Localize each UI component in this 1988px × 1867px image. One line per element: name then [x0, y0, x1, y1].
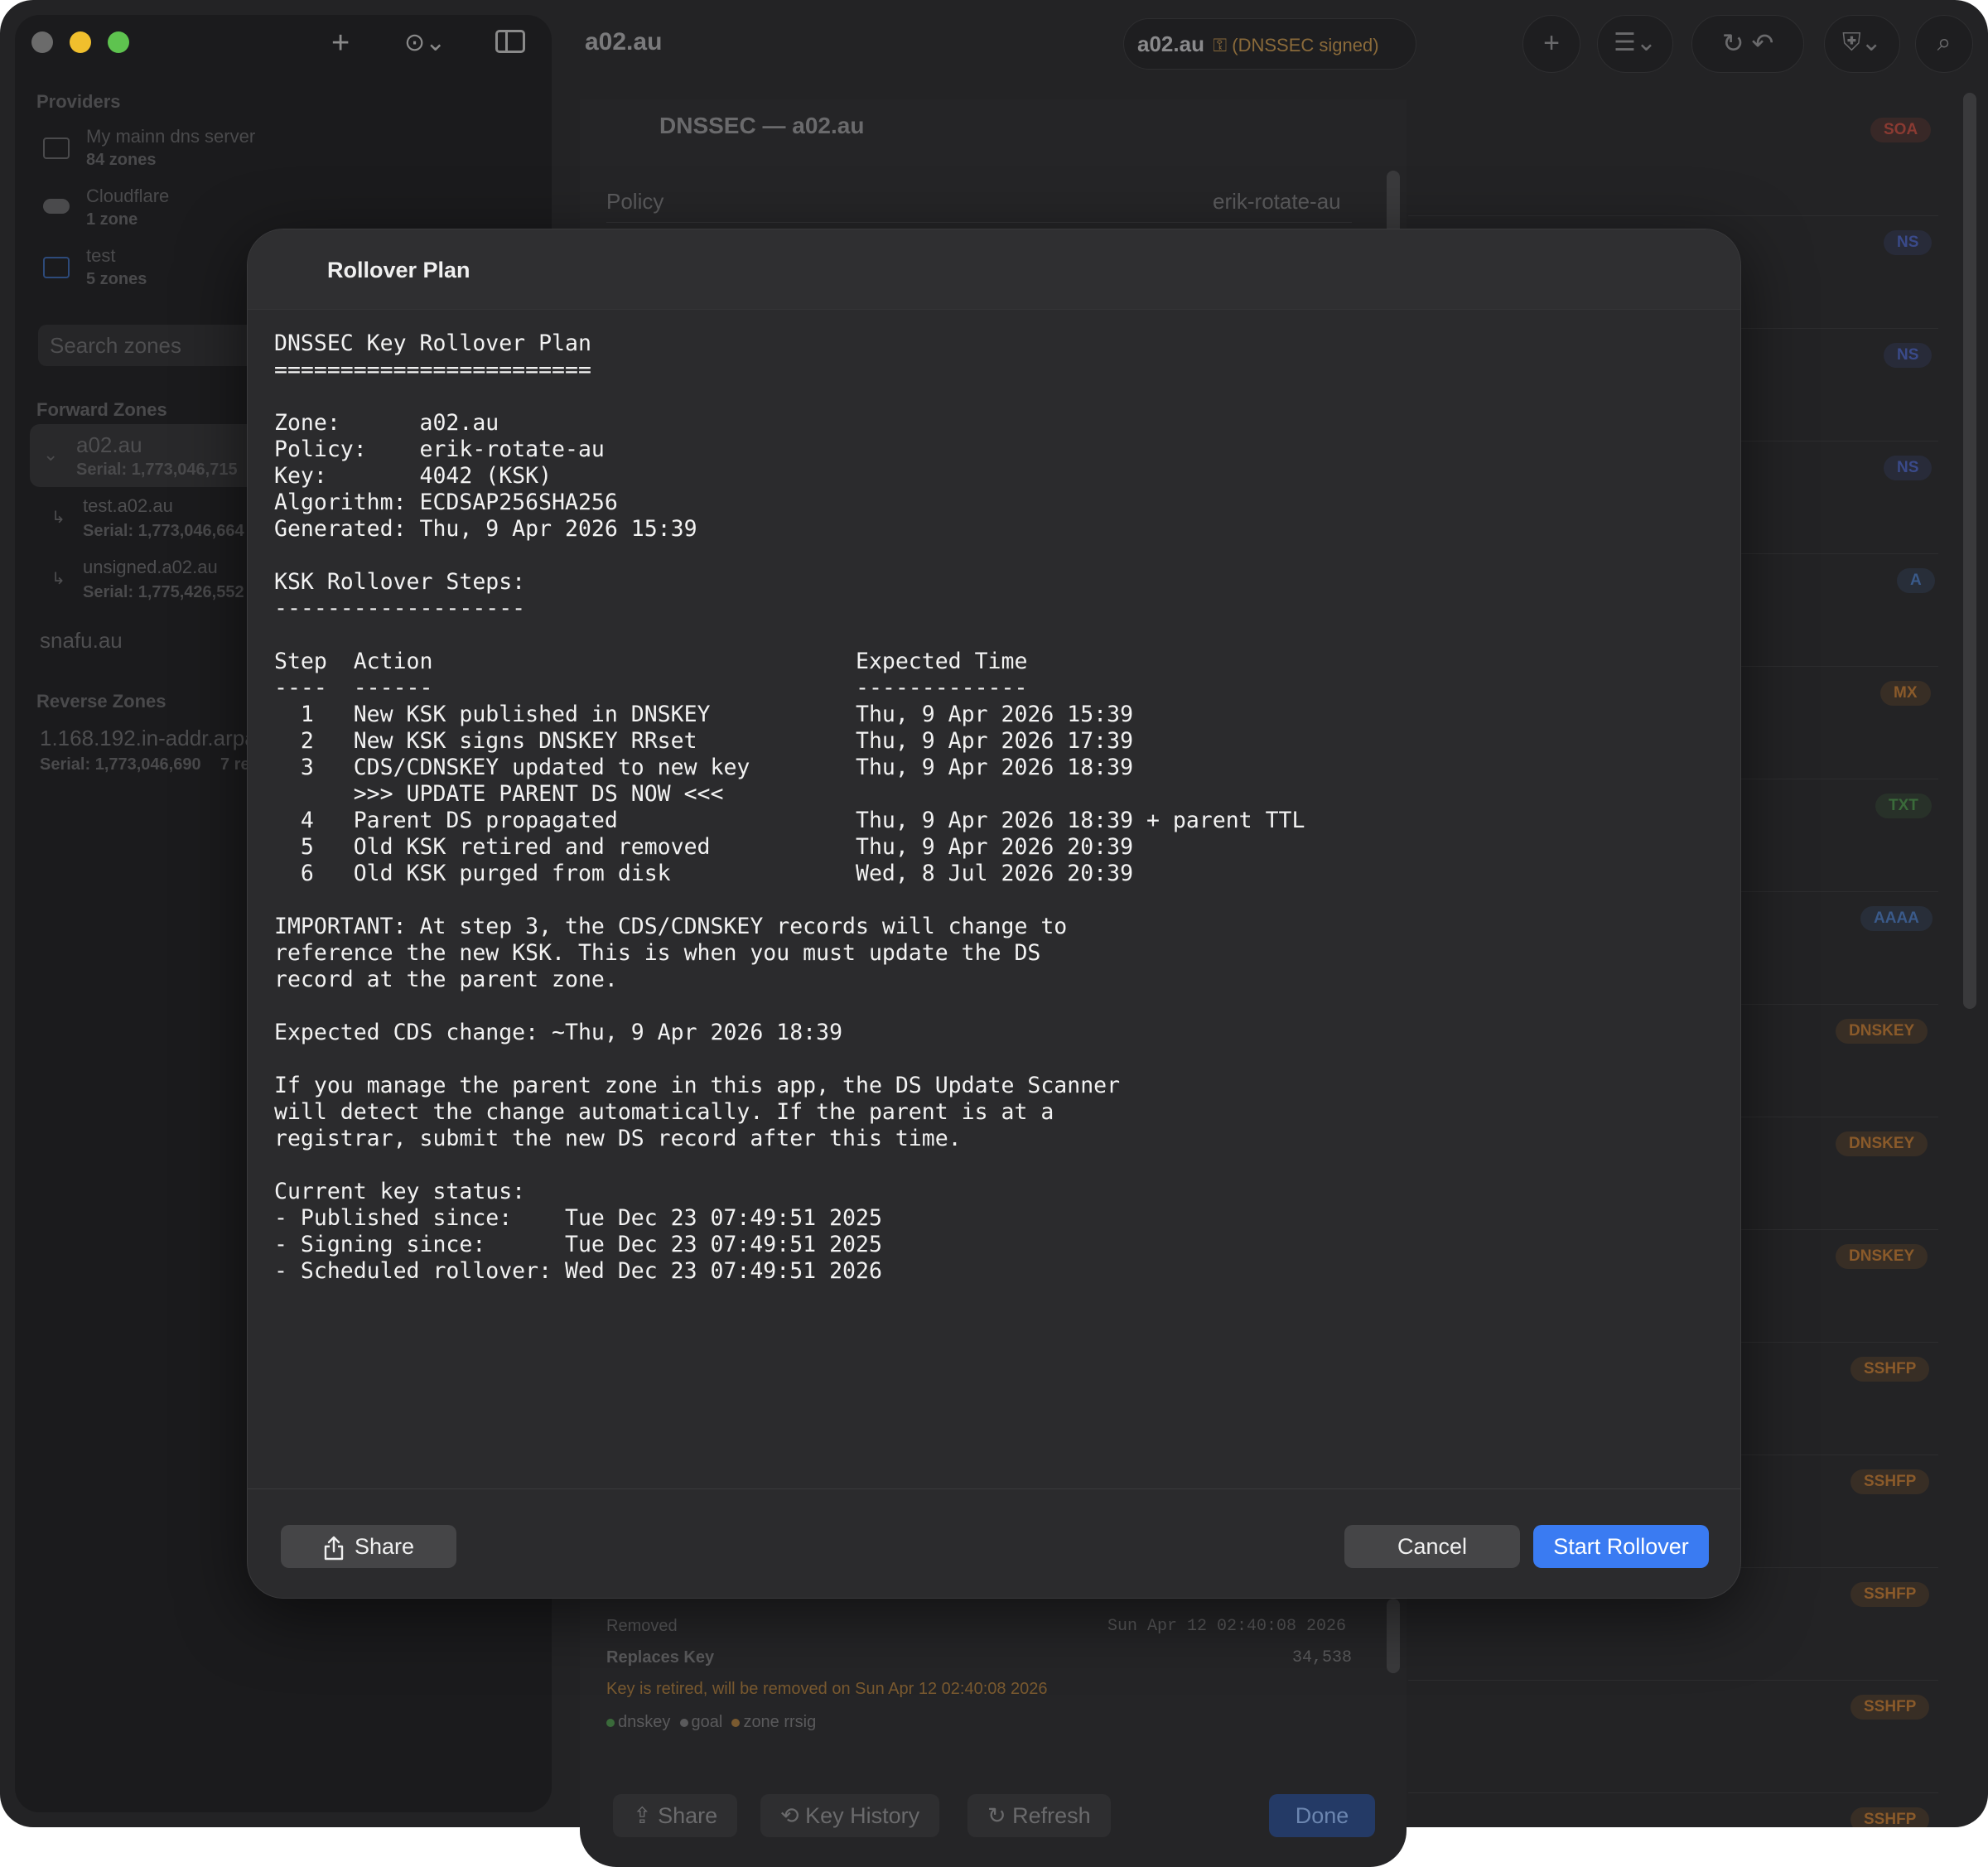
record-type-badge: DNSKEY [1836, 1131, 1928, 1156]
record-type-badge: DNSKEY [1836, 1019, 1928, 1044]
server-icon [43, 257, 70, 278]
policy-value: erik-rotate-au [1213, 189, 1341, 214]
reverse-zones-header: Reverse Zones [36, 691, 166, 712]
zone-serial: Serial: 1,773,046,690 [40, 755, 201, 774]
rollover-plan-dialog: Rollover Plan DNSSEC Key Rollover Plan =… [247, 229, 1741, 1599]
rrsig-dot-icon [731, 1719, 741, 1727]
record-type-badge: TXT [1875, 794, 1932, 818]
dialog-title: Rollover Plan [327, 258, 470, 282]
server-icon [43, 137, 70, 159]
record-type-badge: SSHFP [1850, 1807, 1930, 1827]
zone-serial: Serial: 1,773,046,715 [76, 461, 238, 479]
record-type-badge: SSHFP [1850, 1582, 1930, 1607]
provider-count: 84 zones [86, 151, 157, 169]
retired-note: Key is retired, will be removed on Sun A… [606, 1680, 1048, 1698]
close-window-button[interactable] [31, 31, 53, 53]
zone-serial: Serial: 1,773,046,664 [83, 522, 244, 540]
add-record-button[interactable]: + [1522, 15, 1580, 73]
record-type-badge: AAAA [1860, 906, 1933, 931]
row-divider [1408, 215, 1938, 216]
refresh-button[interactable]: ↻ Refresh [967, 1794, 1111, 1837]
tag-dnskey: dnskey [618, 1713, 671, 1731]
zone-name[interactable]: unsigned.a02.au [83, 557, 218, 578]
chevron-down-icon[interactable]: ⌄ [43, 444, 58, 466]
removed-label: Removed [606, 1617, 678, 1635]
forward-zones-header: Forward Zones [36, 399, 167, 420]
zone-name[interactable]: test.a02.au [83, 495, 173, 517]
window-title: a02.au [585, 28, 663, 55]
provider-name[interactable]: test [86, 245, 115, 267]
sidebar-toggle-icon[interactable] [495, 30, 525, 53]
replaces-key-label: Replaces Key [606, 1648, 715, 1667]
zone-serial: Serial: 1,775,426,552 [83, 583, 244, 601]
dnssec-sheet-title: DNSSEC — a02.au [659, 113, 865, 138]
dnssec-signed-status: ⚿ (DNSSEC signed) [1213, 35, 1379, 55]
record-type-badge: MX [1880, 681, 1931, 706]
filter-menu-button[interactable]: ☰⌄ [1597, 15, 1673, 73]
record-type-badge: DNSKEY [1836, 1244, 1928, 1269]
dialog-footer-divider [248, 1488, 1740, 1489]
replaces-key-value: 34,538 [1292, 1648, 1353, 1667]
rollover-plan-text: DNSSEC Key Rollover Plan ===============… [274, 330, 1305, 1284]
sheet-scrollbar[interactable] [1387, 171, 1400, 237]
maximize-window-button[interactable] [108, 31, 129, 53]
zone-record-count: 7 re [220, 755, 250, 774]
zone-name[interactable]: 1.168.192.in-addr.arpa [40, 726, 257, 751]
record-type-badge: SSHFP [1850, 1357, 1930, 1382]
row-divider [1408, 1680, 1938, 1681]
provider-name[interactable]: My mainn dns server [86, 126, 255, 147]
add-icon[interactable]: + [331, 25, 350, 61]
record-type-badge: NS [1884, 456, 1933, 480]
subzone-arrow-icon: ↳ [51, 509, 65, 527]
record-type-badge: SOA [1870, 118, 1932, 142]
goal-dot-icon [679, 1719, 688, 1727]
tag-goal: goal [691, 1713, 723, 1731]
sheet-scrollbar[interactable] [1387, 1599, 1400, 1673]
history-icon: ⟲ [780, 1803, 806, 1828]
zone-name: a02.au [76, 432, 142, 457]
record-type-badge: NS [1884, 230, 1933, 255]
sheet-share-button[interactable]: ⇪ Share [613, 1794, 738, 1837]
zone-status-pill: a02.au ⚿ (DNSSEC signed) [1123, 18, 1416, 70]
done-button[interactable]: Done [1269, 1794, 1375, 1837]
record-type-badge: NS [1884, 343, 1933, 368]
minimize-window-button[interactable] [70, 31, 91, 53]
dialog-header: Rollover Plan [248, 229, 1740, 310]
key-history-button[interactable]: ⟲ Key History [760, 1794, 940, 1837]
share-button[interactable]: Share [281, 1525, 456, 1568]
records-scrollbar[interactable] [1963, 93, 1976, 1009]
cloud-icon [43, 199, 70, 214]
provider-count: 1 zone [86, 210, 138, 229]
divider [606, 222, 1352, 223]
refresh-icon: ↻ [987, 1803, 1013, 1828]
record-type-badge: A [1897, 568, 1935, 593]
share-icon [324, 1536, 344, 1561]
policy-label: Policy [606, 189, 664, 214]
cancel-button[interactable]: Cancel [1344, 1525, 1520, 1568]
search-icon[interactable]: ⌕ [1915, 15, 1973, 73]
record-type-badge: SSHFP [1850, 1695, 1930, 1720]
share-icon: ⇪ [633, 1803, 659, 1828]
key-tags: dnskey goal zone rrsig [606, 1713, 816, 1732]
more-options-icon[interactable]: ⊙⌄ [404, 25, 446, 61]
tag-zone-rrsig: zone rrsig [743, 1713, 817, 1731]
record-type-badge: SSHFP [1850, 1469, 1930, 1494]
dnskey-dot-icon [606, 1719, 615, 1727]
subzone-arrow-icon: ↳ [51, 570, 65, 588]
row-divider [1408, 1792, 1938, 1793]
provider-count: 5 zones [86, 270, 147, 288]
zone-pill-name: a02.au [1137, 31, 1204, 56]
zone-name[interactable]: snafu.au [40, 628, 123, 654]
provider-name[interactable]: Cloudflare [86, 186, 169, 207]
security-shield-button[interactable]: ⛨⌄ [1824, 15, 1900, 73]
providers-header: Providers [36, 91, 121, 112]
removed-value: Sun Apr 12 02:40:08 2026 [1107, 1617, 1347, 1636]
start-rollover-button[interactable]: Start Rollover [1533, 1525, 1709, 1568]
reload-undo-button-group[interactable]: ↻ ↶ [1691, 15, 1804, 73]
